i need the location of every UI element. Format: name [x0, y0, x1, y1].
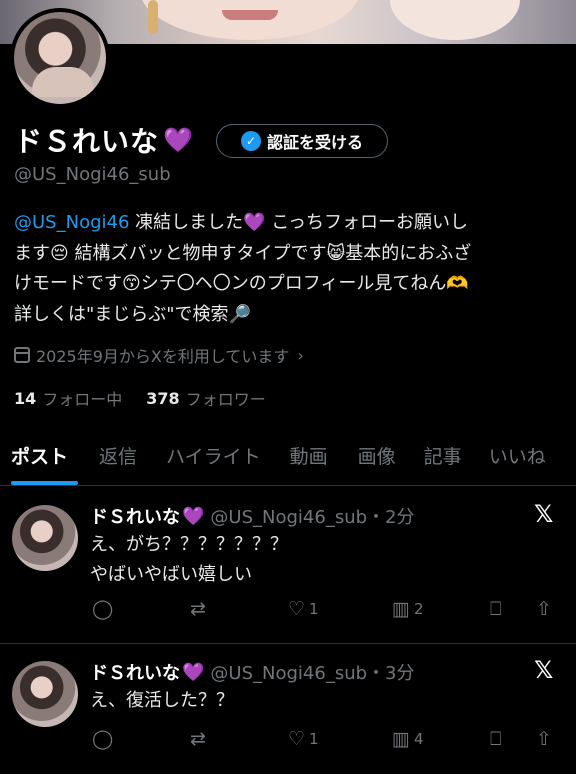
following-label[interactable]: フォロー中 — [42, 386, 122, 410]
views-count: 4 — [413, 730, 424, 748]
follow-stats: 14 フォロー中 378 フォロワー — [14, 386, 266, 410]
reply-button[interactable]: ◯ — [92, 598, 113, 620]
tweet-author-name[interactable]: ドＳれいな — [90, 659, 180, 685]
retweet-button[interactable]: ⇄ — [190, 728, 206, 750]
joined-date-text: 2025年9月からXを利用しています — [36, 347, 290, 366]
reply-icon: ◯ — [92, 728, 114, 750]
tweet-meta: @US_Nogi46_sub・3分 — [210, 663, 415, 684]
bookmark-button[interactable]: ⎕ — [490, 728, 501, 750]
tweet-text-line: え、がち？？？？？？？ — [90, 534, 288, 555]
tab-videos[interactable]: 動画 — [290, 432, 328, 485]
bookmark-icon: ⎕ — [490, 598, 502, 620]
banner-face-right — [390, 0, 520, 40]
views-button[interactable]: ▥ 4 — [392, 728, 424, 750]
x-logo-icon[interactable]: 𝕏 — [534, 656, 553, 684]
heart-icon: ♡ — [288, 598, 306, 620]
bio-line-4: 詳しくは"まじらぶ"で検索🔎 — [14, 303, 251, 325]
like-count: 1 — [309, 600, 319, 618]
tweet-header: ドＳれいな 💜 @US_Nogi46_sub・2分 — [90, 503, 415, 529]
tweet-actions: ◯ ⇄ ♡ 1 ▥ 4 ⎕ ⇧ — [90, 728, 566, 750]
share-button[interactable]: ⇧ — [536, 728, 552, 750]
tweet-avatar[interactable] — [12, 661, 78, 727]
retweet-icon: ⇄ — [190, 598, 206, 620]
tweet-text: え、がち？？？？？？？ やばいやばい嬉しい — [90, 530, 288, 590]
following-count[interactable]: 14 — [14, 389, 36, 408]
reply-button[interactable]: ◯ — [92, 728, 113, 750]
views-count: 2 — [413, 600, 424, 618]
x-logo-icon[interactable]: 𝕏 — [534, 500, 553, 528]
bio-line-1: @US_Nogi46 凍結しました💜 こっちフォローお願いし — [14, 212, 469, 233]
views-icon: ▥ — [392, 728, 410, 750]
like-button[interactable]: ♡ 1 — [288, 728, 319, 750]
joined-date-row[interactable]: 2025年9月からXを利用しています › — [14, 343, 304, 367]
like-button[interactable]: ♡ 1 — [288, 598, 319, 620]
tweet-header: ドＳれいな 💜 @US_Nogi46_sub・3分 — [90, 659, 415, 685]
tweet-text-line: え、復活した？？ — [90, 690, 234, 711]
share-icon: ⇧ — [536, 598, 552, 620]
share-icon: ⇧ — [536, 728, 552, 750]
like-count: 1 — [309, 730, 319, 748]
bio-line-3: けモードです😙シテ〇ヘ〇ンのプロフィール見てねん🫶 — [14, 273, 469, 294]
followers-label[interactable]: フォロワー — [186, 386, 266, 410]
tab-articles[interactable]: 記事 — [424, 432, 462, 485]
tab-posts[interactable]: ポスト — [11, 432, 78, 485]
tweet-divider — [0, 643, 576, 644]
verified-badge-icon: ✓ — [240, 131, 261, 151]
tab-replies[interactable]: 返信 — [99, 432, 137, 485]
views-icon: ▥ — [392, 598, 410, 620]
views-button[interactable]: ▥ 2 — [392, 598, 424, 620]
banner-earring — [148, 0, 158, 34]
profile-name-row: ドＳれいな 💜 — [14, 122, 193, 158]
profile-handle: @US_Nogi46_sub — [14, 164, 171, 185]
purple-heart-emoji: 💜 — [182, 661, 205, 683]
tweet-meta: @US_Nogi46_sub・2分 — [210, 507, 415, 528]
bio-line-2: ます😔 結構ズバッと物申すタイプです😸基本的におふざ — [14, 242, 472, 264]
tweet-text: え、復活した？？ — [90, 686, 234, 716]
heart-icon: ♡ — [288, 728, 306, 750]
tweet-author-name[interactable]: ドＳれいな — [90, 503, 180, 529]
bio-mention-link[interactable]: @US_Nogi46 — [14, 212, 129, 233]
chevron-right-icon: › — [297, 345, 304, 365]
profile-name: ドＳれいな — [14, 125, 160, 158]
profile-avatar[interactable] — [10, 8, 110, 108]
share-button[interactable]: ⇧ — [536, 598, 552, 620]
bookmark-button[interactable]: ⎕ — [490, 598, 501, 620]
get-verified-button[interactable]: ✓ 認証を受ける — [216, 124, 388, 158]
tab-highlights[interactable]: ハイライト — [166, 432, 261, 485]
tab-images[interactable]: 画像 — [358, 432, 396, 485]
profile-bio: @US_Nogi46 凍結しました💜 こっちフォローお願いし ます😔 結構ズバッ… — [14, 208, 566, 330]
retweet-button[interactable]: ⇄ — [190, 598, 206, 620]
tweet-actions: ◯ ⇄ ♡ 1 ▥ 2 ⎕ ⇧ — [90, 598, 566, 620]
get-verified-label: 認証を受ける — [266, 133, 363, 152]
purple-heart-emoji: 💜 — [182, 505, 205, 527]
tab-likes[interactable]: いいね — [489, 432, 546, 485]
retweet-icon: ⇄ — [190, 728, 206, 750]
reply-icon: ◯ — [92, 598, 114, 620]
tweet-avatar[interactable] — [12, 505, 78, 571]
tweet-text-line: やばいやばい嬉しい — [90, 564, 252, 585]
banner-lips — [222, 10, 278, 20]
banner-face-left — [140, 0, 360, 40]
calendar-icon — [14, 347, 30, 363]
followers-count[interactable]: 378 — [146, 389, 179, 408]
purple-heart-emoji: 💜 — [163, 126, 193, 154]
bookmark-icon: ⎕ — [490, 728, 502, 750]
profile-tabs: ポスト 返信 ハイライト 動画 画像 記事 いいね — [0, 432, 576, 486]
